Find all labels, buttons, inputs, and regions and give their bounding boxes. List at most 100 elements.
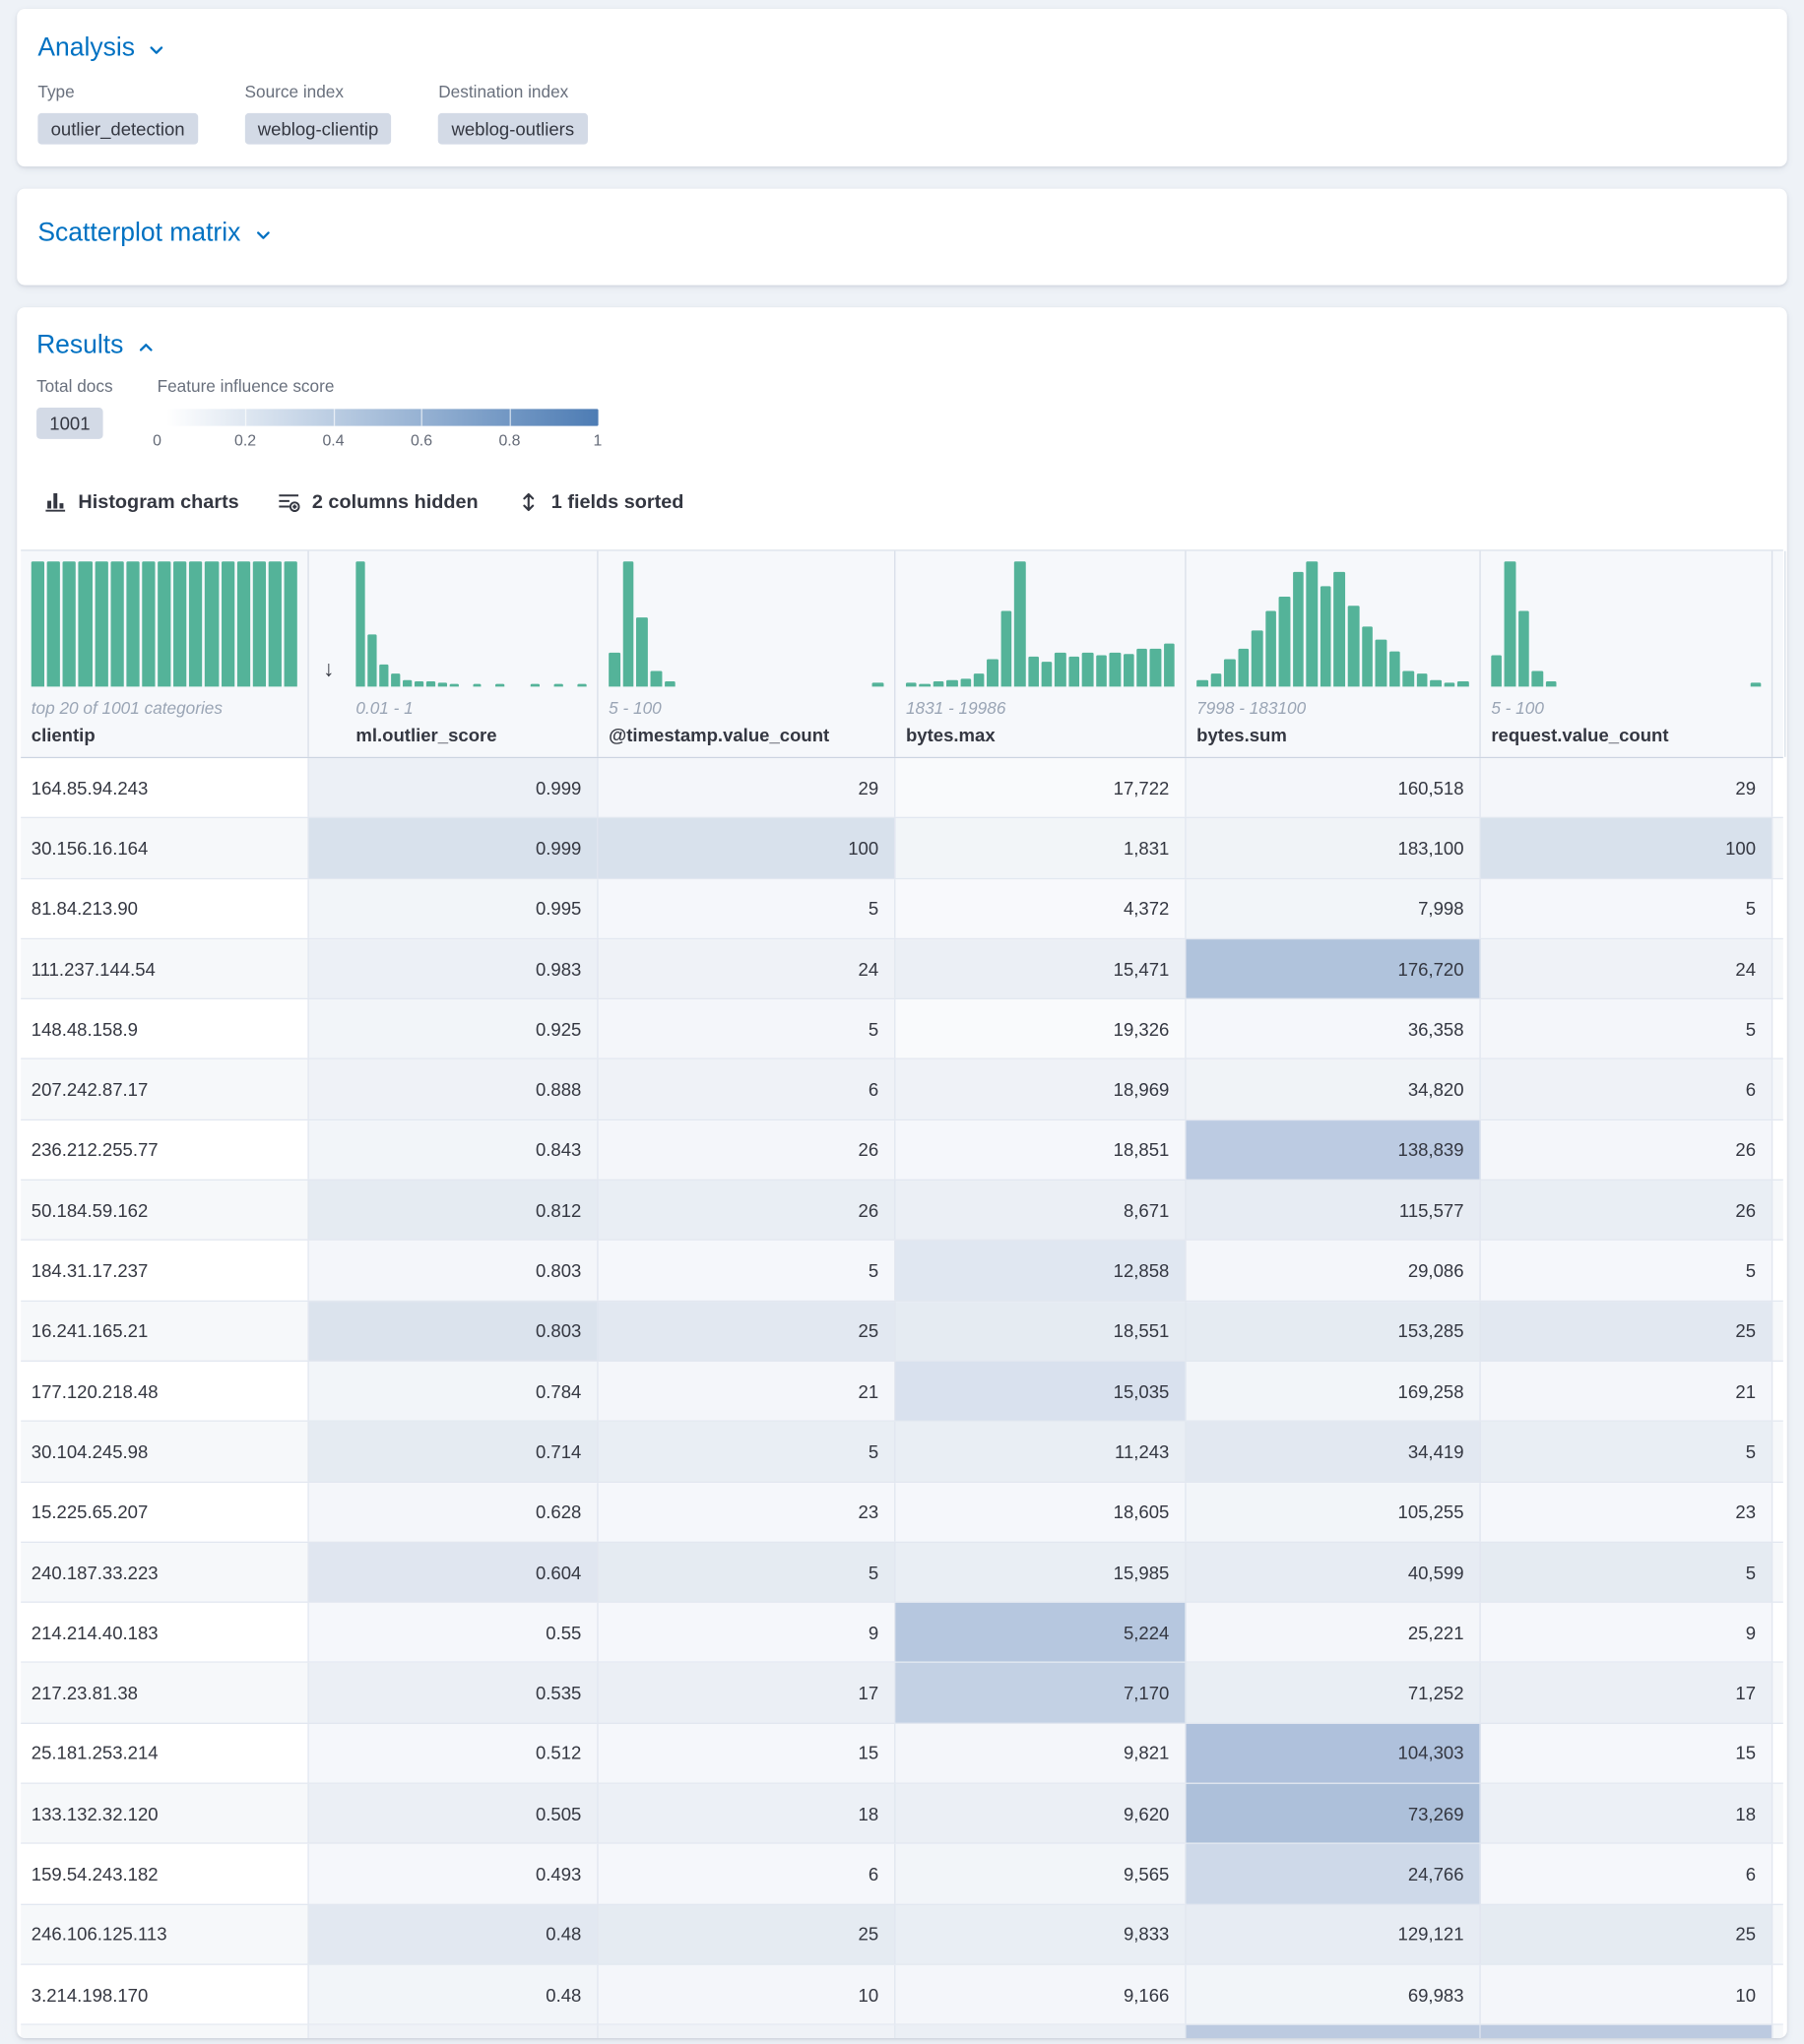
cell-ml.outlier_score[interactable]: 0.925 [309,999,599,1058]
cell-request.value_count[interactable]: 29 [1481,758,1773,817]
cell-@timestamp.value_count[interactable]: 6 [599,1060,896,1119]
cell-request.value_count[interactable]: 25 [1481,1302,1773,1361]
cell-bytes.max[interactable]: 9,565 [895,1844,1186,1903]
cell-@timestamp.value_count[interactable]: 18 [599,1784,896,1843]
cell-request.value_count[interactable]: 24 [1481,939,1773,998]
cell-clientip[interactable]: 184.31.17.237 [21,1241,309,1300]
cell-request.value_count[interactable]: 18 [1481,1784,1773,1843]
cell-request.value_count[interactable]: 15 [1481,1724,1773,1783]
column-header-@timestamp.value_count[interactable]: 5 - 100@timestamp.value_count [599,551,896,757]
cell-bytes.sum[interactable]: 36,358 [1187,999,1481,1058]
cell-@timestamp.value_count[interactable]: 10 [599,1965,896,2024]
cell-bytes.max[interactable]: 17,722 [895,758,1186,817]
cell-ml.outlier_score[interactable]: 0.843 [309,1120,599,1180]
cell-bytes.max[interactable]: 15,985 [895,1543,1186,1602]
cell-@timestamp.value_count[interactable]: 26 [599,1120,896,1180]
cell-@timestamp.value_count[interactable]: 24 [599,939,896,998]
cell-bytes.max[interactable]: 8,671 [895,1181,1186,1240]
cell-bytes.sum[interactable]: 138,839 [1187,1120,1481,1180]
cell-clientip[interactable]: 3.214.198.170 [21,1965,309,2024]
cell-ml.outlier_score[interactable]: 0.983 [309,939,599,998]
cell-ml.outlier_score[interactable]: 0.48 [309,1965,599,2024]
cell-bytes.max[interactable]: 9,166 [895,1965,1186,2024]
cell-@timestamp.value_count[interactable]: 5 [599,999,896,1058]
cell-clientip[interactable] [21,2025,309,2038]
cell-clientip[interactable]: 207.242.87.17 [21,1060,309,1119]
cell-@timestamp.value_count[interactable]: 21 [599,1362,896,1421]
cell-clientip[interactable]: 246.106.125.113 [21,1905,309,1964]
cell-@timestamp.value_count[interactable]: 15 [599,1724,896,1783]
cell-bytes.sum[interactable]: 104,303 [1187,1724,1481,1783]
cell-ml.outlier_score[interactable]: 0.812 [309,1181,599,1240]
cell-bytes.max[interactable]: 9,821 [895,1724,1186,1783]
cell-request.value_count[interactable]: 10 [1481,1965,1773,2024]
cell-bytes.sum[interactable]: 105,255 [1187,1483,1481,1542]
cell-@timestamp.value_count[interactable]: 5 [599,1422,896,1481]
cell-@timestamp.value_count[interactable] [599,2025,896,2038]
cell-bytes.sum[interactable]: 153,285 [1187,1302,1481,1361]
cell-bytes.max[interactable]: 7,170 [895,1663,1186,1722]
columns-hidden-button[interactable]: 2 columns hidden [278,491,478,514]
cell-clientip[interactable]: 214.214.40.183 [21,1603,309,1662]
cell-bytes.sum[interactable]: 40,599 [1187,1543,1481,1602]
cell-request.value_count[interactable]: 21 [1481,1362,1773,1421]
histogram-charts-button[interactable]: Histogram charts [44,491,239,514]
cell-bytes.sum[interactable]: 7,998 [1187,879,1481,938]
cell-request.value_count[interactable]: 5 [1481,999,1773,1058]
cell-ml.outlier_score[interactable]: 0.628 [309,1483,599,1542]
results-accordion-toggle[interactable]: Results [36,326,155,365]
cell-bytes.max[interactable]: 5,224 [895,1603,1186,1662]
cell-clientip[interactable]: 15.225.65.207 [21,1483,309,1542]
cell-@timestamp.value_count[interactable]: 9 [599,1603,896,1662]
cell-bytes.max[interactable]: 19,326 [895,999,1186,1058]
cell-ml.outlier_score[interactable]: 0.888 [309,1060,599,1119]
cell-ml.outlier_score[interactable]: 0.493 [309,1844,599,1903]
cell-@timestamp.value_count[interactable]: 23 [599,1483,896,1542]
cell-ml.outlier_score[interactable]: 0.784 [309,1362,599,1421]
cell-request.value_count[interactable]: 5 [1481,1241,1773,1300]
cell-request.value_count[interactable]: 17 [1481,1663,1773,1722]
cell-request.value_count[interactable]: 6 [1481,1844,1773,1903]
cell-bytes.sum[interactable]: 73,269 [1187,1784,1481,1843]
cell-ml.outlier_score[interactable]: 0.535 [309,1663,599,1722]
cell-clientip[interactable]: 240.187.33.223 [21,1543,309,1602]
cell-clientip[interactable]: 81.84.213.90 [21,879,309,938]
cell-request.value_count[interactable]: 6 [1481,1060,1773,1119]
cell-@timestamp.value_count[interactable]: 6 [599,1844,896,1903]
cell-request.value_count[interactable]: 26 [1481,1120,1773,1180]
cell-bytes.max[interactable] [895,2025,1186,2038]
cell-bytes.max[interactable]: 4,372 [895,879,1186,938]
cell-@timestamp.value_count[interactable]: 29 [599,758,896,817]
scatterplot-accordion-toggle[interactable]: Scatterplot matrix [37,214,272,253]
cell-bytes.max[interactable]: 18,605 [895,1483,1186,1542]
cell-bytes.sum[interactable]: 129,121 [1187,1905,1481,1964]
cell-ml.outlier_score[interactable]: 0.55 [309,1603,599,1662]
cell-@timestamp.value_count[interactable]: 17 [599,1663,896,1722]
cell-clientip[interactable]: 30.156.16.164 [21,818,309,877]
cell-bytes.sum[interactable]: 69,983 [1187,1965,1481,2024]
cell-ml.outlier_score[interactable]: 0.803 [309,1241,599,1300]
cell-bytes.sum[interactable] [1187,2025,1481,2038]
cell-@timestamp.value_count[interactable]: 26 [599,1181,896,1240]
cell-ml.outlier_score[interactable]: 0.995 [309,879,599,938]
cell-clientip[interactable]: 177.120.218.48 [21,1362,309,1421]
cell-bytes.max[interactable]: 15,471 [895,939,1186,998]
cell-request.value_count[interactable]: 23 [1481,1483,1773,1542]
cell-bytes.sum[interactable]: 169,258 [1187,1362,1481,1421]
cell-@timestamp.value_count[interactable]: 25 [599,1302,896,1361]
cell-bytes.sum[interactable]: 25,221 [1187,1603,1481,1662]
cell-ml.outlier_score[interactable]: 0.48 [309,1905,599,1964]
analysis-accordion-toggle[interactable]: Analysis [37,29,165,68]
cell-bytes.sum[interactable]: 160,518 [1187,758,1481,817]
cell-bytes.max[interactable]: 18,969 [895,1060,1186,1119]
cell-bytes.max[interactable]: 9,833 [895,1905,1186,1964]
cell-bytes.sum[interactable]: 34,820 [1187,1060,1481,1119]
cell-request.value_count[interactable] [1481,2025,1773,2038]
cell-@timestamp.value_count[interactable]: 100 [599,818,896,877]
cell-bytes.sum[interactable]: 34,419 [1187,1422,1481,1481]
cell-ml.outlier_score[interactable]: 0.714 [309,1422,599,1481]
cell-bytes.sum[interactable]: 24,766 [1187,1844,1481,1903]
column-header-clientip[interactable]: top 20 of 1001 categoriesclientip [21,551,309,757]
cell-clientip[interactable]: 236.212.255.77 [21,1120,309,1180]
cell-bytes.max[interactable]: 18,551 [895,1302,1186,1361]
